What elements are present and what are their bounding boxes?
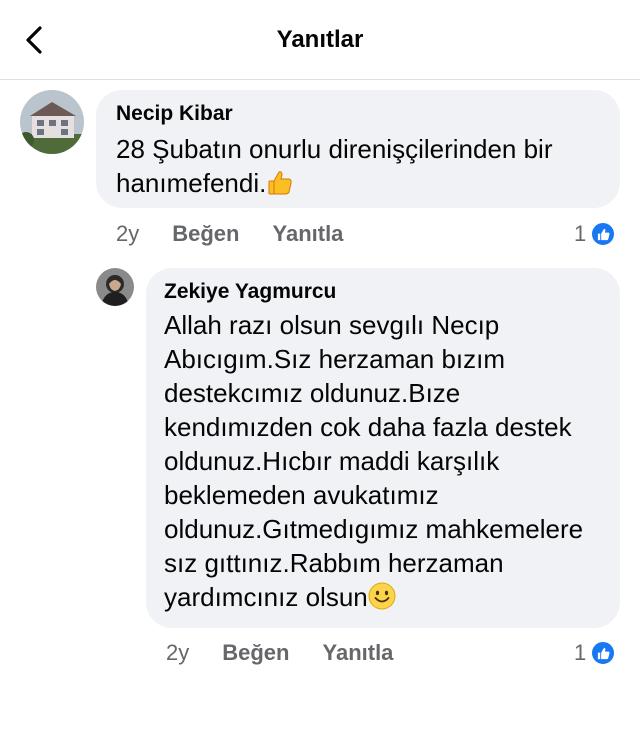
reply-reply-button[interactable]: Yanıtla bbox=[323, 640, 394, 666]
avatar-necip-kibar[interactable] bbox=[20, 90, 84, 154]
comment-bubble[interactable]: Necip Kibar 28 Şubatın onurlu direnişçil… bbox=[96, 90, 620, 208]
reply-like-button[interactable]: Beğen bbox=[222, 640, 289, 666]
avatar-zekiye-yagmurcu[interactable] bbox=[96, 268, 134, 306]
like-button[interactable]: Beğen bbox=[172, 221, 239, 247]
top-bar: Yanıtlar bbox=[0, 0, 640, 80]
reply-author[interactable]: Zekiye Yagmurcu bbox=[164, 280, 602, 304]
reply-button[interactable]: Yanıtla bbox=[273, 221, 344, 247]
comment-actions: 2y Beğen Yanıtla bbox=[116, 221, 376, 247]
reply-reaction-count: 1 bbox=[574, 640, 587, 665]
thumbs-up-icon bbox=[266, 168, 294, 201]
comment-author[interactable]: Necip Kibar bbox=[116, 102, 600, 126]
reply-bubble[interactable]: Zekiye Yagmurcu Allah razı olsun sevgılı… bbox=[146, 268, 620, 628]
reply-reaction-summary[interactable]: 1 bbox=[574, 640, 617, 666]
reaction-summary[interactable]: 1 bbox=[574, 221, 617, 247]
reaction-count: 1 bbox=[574, 221, 587, 246]
smiling-face-icon bbox=[368, 582, 396, 615]
like-icon bbox=[590, 221, 617, 247]
like-icon bbox=[590, 640, 617, 666]
reply-actions: 2y Beğen Yanıtla bbox=[166, 640, 426, 666]
page-title: Yanıtlar bbox=[276, 26, 364, 53]
reply-text: Allah razı olsun sevgılı Necıp Abıcıgım.… bbox=[164, 310, 584, 612]
comment-time[interactable]: 2y bbox=[116, 221, 139, 247]
comment-text: 28 Şubatın onurlu direnişçilerinden bir … bbox=[116, 134, 553, 198]
reply-time[interactable]: 2y bbox=[166, 640, 189, 666]
